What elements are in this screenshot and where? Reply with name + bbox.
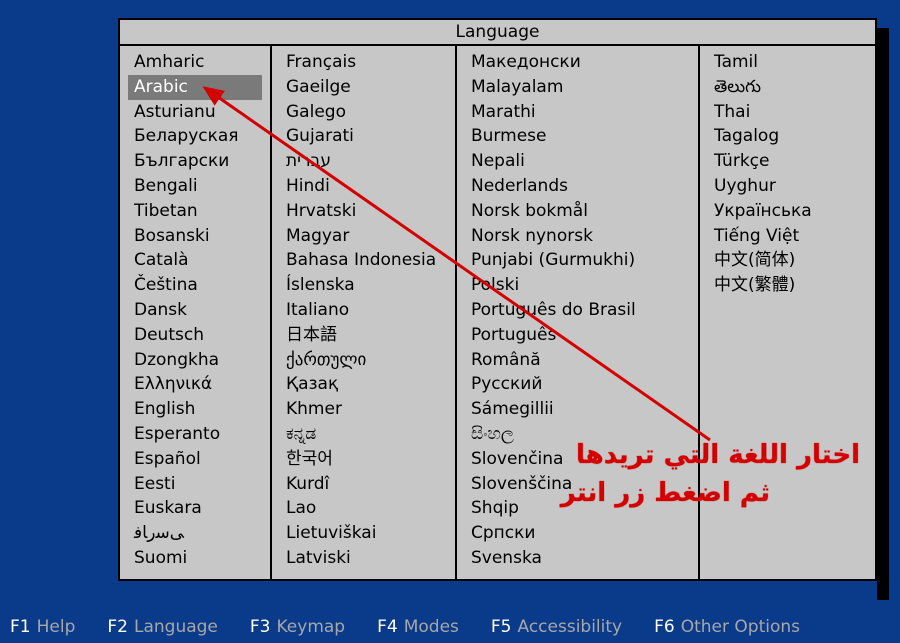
language-option[interactable]: English — [128, 397, 262, 422]
language-option[interactable]: Bahasa Indonesia — [280, 248, 447, 273]
language-option[interactable]: Català — [128, 248, 262, 273]
language-option[interactable]: Lao — [280, 496, 447, 521]
fkey-f2[interactable]: F2 Language — [107, 617, 218, 637]
language-option[interactable]: Dansk — [128, 298, 262, 323]
language-option[interactable]: Српски — [465, 521, 690, 546]
language-option[interactable]: Íslenska — [280, 273, 447, 298]
language-option[interactable]: Tamil — [708, 50, 865, 75]
language-option[interactable]: Български — [128, 149, 262, 174]
fkey-label: Other Options — [681, 617, 800, 637]
language-option[interactable]: 日本語 — [280, 323, 447, 348]
language-option[interactable]: Беларуская — [128, 124, 262, 149]
language-option[interactable]: Sámegillii — [465, 397, 690, 422]
language-option[interactable]: 中文(简体) — [708, 248, 865, 273]
language-option[interactable]: Dzongkha — [128, 348, 262, 373]
language-option[interactable]: Amharic — [128, 50, 262, 75]
language-option[interactable]: Italiano — [280, 298, 447, 323]
language-option[interactable]: Burmese — [465, 124, 690, 149]
language-option[interactable]: ಕನ್ನಡ — [280, 422, 447, 447]
language-option[interactable]: Tibetan — [128, 199, 262, 224]
fkey-f1[interactable]: F1 Help — [10, 617, 75, 637]
language-option[interactable]: Thai — [708, 100, 865, 125]
fkey-key: F3 — [250, 617, 271, 637]
language-option[interactable]: Українська — [708, 199, 865, 224]
function-key-bar: F1 Help F2 Language F3 Keymap F4 Modes F5 Accessi… — [0, 617, 900, 637]
language-option[interactable]: Bosanski — [128, 224, 262, 249]
language-option[interactable]: Kurdî — [280, 472, 447, 497]
language-option[interactable]: עברית — [280, 149, 447, 174]
fkey-key: F1 — [10, 617, 31, 637]
language-option[interactable]: Nepali — [465, 149, 690, 174]
fkey-key: F6 — [654, 617, 675, 637]
language-option[interactable]: Tagalog — [708, 124, 865, 149]
language-option[interactable]: Bengali — [128, 174, 262, 199]
fkey-key: F4 — [377, 617, 398, 637]
language-option[interactable]: Norsk nynorsk — [465, 224, 690, 249]
language-option[interactable]: Français — [280, 50, 447, 75]
language-option[interactable]: Español — [128, 447, 262, 472]
language-option[interactable]: Euskara — [128, 496, 262, 521]
language-option[interactable]: Khmer — [280, 397, 447, 422]
language-option[interactable]: Ελληνικά — [128, 372, 262, 397]
language-option[interactable]: Magyar — [280, 224, 447, 249]
fkey-label: Help — [37, 617, 76, 637]
fkey-f4[interactable]: F4 Modes — [377, 617, 459, 637]
fkey-f3[interactable]: F3 Keymap — [250, 617, 345, 637]
language-option[interactable]: Punjabi (Gurmukhi) — [465, 248, 690, 273]
language-option[interactable]: Português do Brasil — [465, 298, 690, 323]
fkey-f5[interactable]: F5 Accessibility — [491, 617, 622, 637]
language-option[interactable]: Deutsch — [128, 323, 262, 348]
fkey-f6[interactable]: F6 Other Options — [654, 617, 800, 637]
language-option[interactable]: Norsk bokmål — [465, 199, 690, 224]
language-option[interactable]: Lietuviškai — [280, 521, 447, 546]
fkey-key: F5 — [491, 617, 512, 637]
language-option[interactable]: Nederlands — [465, 174, 690, 199]
language-option[interactable]: Қазақ — [280, 372, 447, 397]
language-column-1: AmharicArabicAsturianuБеларускаяБългарск… — [120, 46, 270, 579]
language-option[interactable]: Malayalam — [465, 75, 690, 100]
language-option[interactable]: Hindi — [280, 174, 447, 199]
language-option[interactable]: Македонски — [465, 50, 690, 75]
language-option[interactable]: Latviski — [280, 546, 447, 571]
language-option[interactable]: Galego — [280, 100, 447, 125]
language-option[interactable]: Polski — [465, 273, 690, 298]
language-option[interactable]: Asturianu — [128, 100, 262, 125]
language-option[interactable]: Tiếng Việt — [708, 224, 865, 249]
language-option[interactable]: Gaeilge — [280, 75, 447, 100]
language-option[interactable]: Svenska — [465, 546, 690, 571]
annotation-line-1: اختار اللغة التي تريدها — [576, 438, 860, 472]
fkey-label: Language — [134, 617, 218, 637]
language-option[interactable]: Eesti — [128, 472, 262, 497]
language-option[interactable]: Uyghur — [708, 174, 865, 199]
language-option[interactable]: 中文(繁體) — [708, 273, 865, 298]
language-option[interactable]: Русский — [465, 372, 690, 397]
annotation-line-2: ثم اضغط زر انتر — [561, 476, 770, 510]
fkey-label: Keymap — [277, 617, 346, 637]
fkey-label: Modes — [404, 617, 459, 637]
language-option[interactable]: Suomi — [128, 546, 262, 571]
installer-screen: Language AmharicArabicAsturianuБеларуска… — [0, 0, 900, 643]
language-option[interactable]: ﻰﺳﺭﺎﻓ — [128, 521, 262, 546]
language-option[interactable]: Português — [465, 323, 690, 348]
language-option[interactable]: Marathi — [465, 100, 690, 125]
language-option[interactable]: Arabic — [128, 75, 262, 100]
language-column-2: FrançaisGaeilgeGalegoGujaratiעבריתHindiH… — [270, 46, 455, 579]
language-option[interactable]: Hrvatski — [280, 199, 447, 224]
language-option[interactable]: ქართული — [280, 348, 447, 373]
fkey-label: Accessibility — [518, 617, 623, 637]
language-option[interactable]: Gujarati — [280, 124, 447, 149]
language-option[interactable]: 한국어 — [280, 447, 447, 472]
language-option[interactable]: Čeština — [128, 273, 262, 298]
language-option[interactable]: Română — [465, 348, 690, 373]
fkey-key: F2 — [107, 617, 128, 637]
language-option[interactable]: Esperanto — [128, 422, 262, 447]
language-option[interactable]: Türkçe — [708, 149, 865, 174]
language-option[interactable]: తెలుగు — [708, 75, 865, 100]
dialog-title: Language — [120, 20, 875, 46]
